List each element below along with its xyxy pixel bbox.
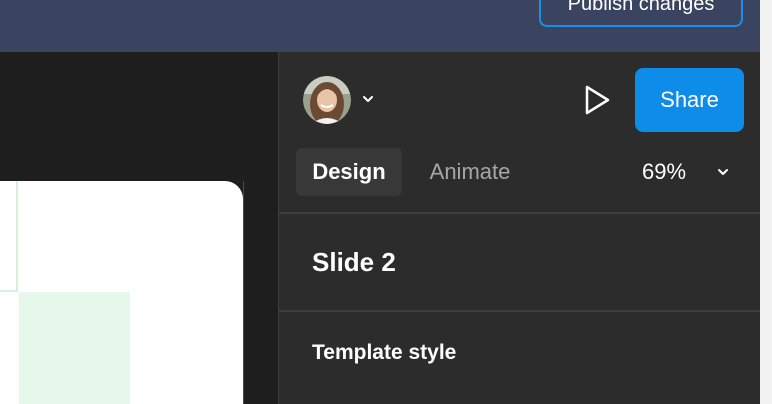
- slide-canvas[interactable]: [0, 52, 278, 404]
- chevron-down-icon[interactable]: [716, 165, 730, 179]
- share-button[interactable]: Share: [635, 68, 744, 132]
- canvas-divider: [243, 181, 244, 404]
- user-avatar[interactable]: [303, 76, 351, 124]
- avatar-image: [303, 76, 351, 124]
- publish-changes-button[interactable]: Publish changes: [539, 0, 743, 27]
- template-style-section[interactable]: Template style: [312, 336, 456, 370]
- tab-animate[interactable]: Animate: [413, 148, 527, 196]
- play-icon: [585, 85, 610, 115]
- present-button[interactable]: [580, 82, 614, 118]
- chevron-down-icon[interactable]: [361, 92, 375, 106]
- slide-shape[interactable]: [0, 181, 18, 292]
- slide-title: Slide 2: [312, 247, 396, 277]
- tab-design[interactable]: Design: [296, 148, 402, 196]
- divider: [279, 310, 760, 312]
- slide-shape[interactable]: [19, 292, 130, 404]
- zoom-level[interactable]: 69%: [630, 148, 698, 196]
- window-edge: [760, 0, 772, 404]
- divider: [279, 212, 760, 214]
- slide-preview[interactable]: [0, 181, 243, 404]
